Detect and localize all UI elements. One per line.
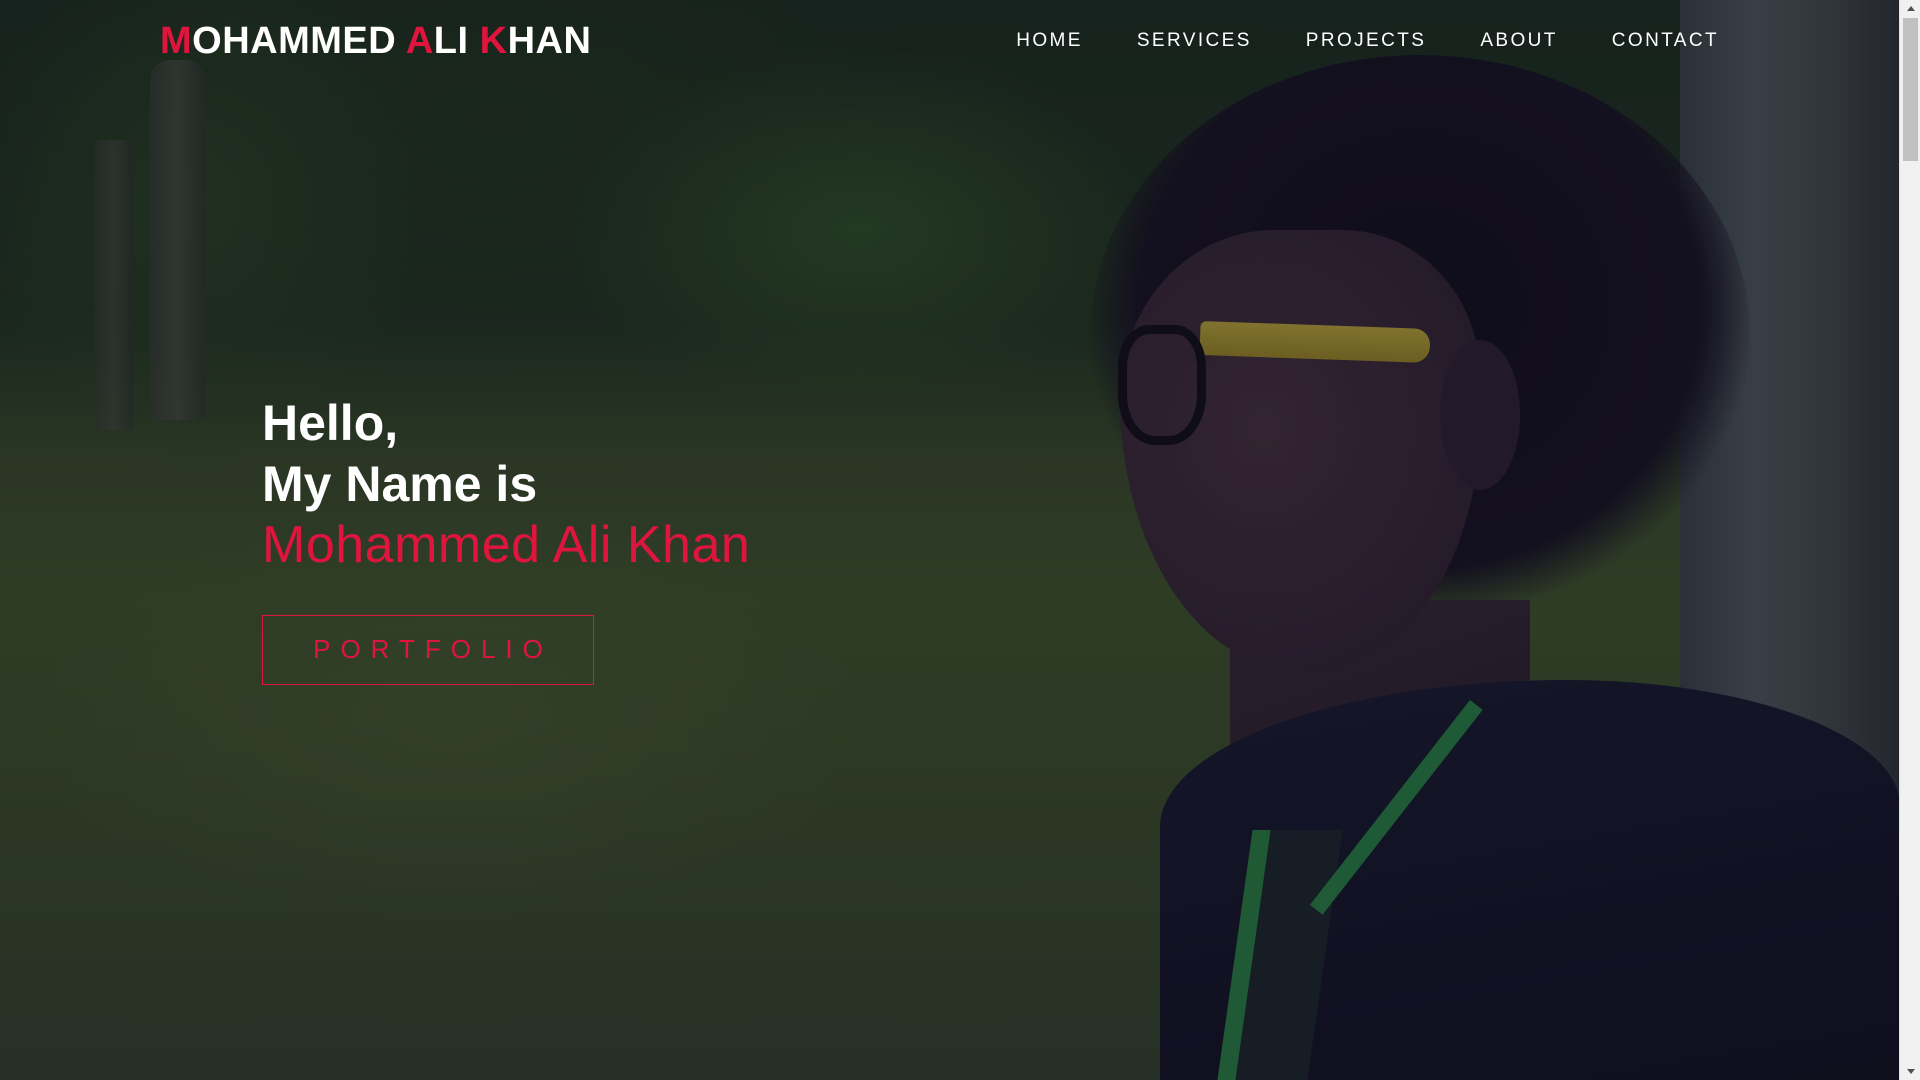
- portfolio-button[interactable]: PORTFOLIO: [262, 615, 594, 685]
- nav-link-projects[interactable]: PROJECTS: [1306, 30, 1427, 52]
- logo-text: OHAMMED: [192, 20, 406, 62]
- nav-link-home[interactable]: HOME: [1016, 30, 1083, 52]
- site-logo[interactable]: MOHAMMED ALI KHAN: [160, 20, 591, 63]
- hero-intro-line: My Name is: [262, 456, 538, 512]
- main-nav: HOME SERVICES PROJECTS ABOUT CONTACT: [962, 30, 1719, 52]
- logo-text: HAN: [507, 20, 592, 62]
- logo-initial: M: [160, 20, 193, 62]
- triangle-up-icon[interactable]: [1900, 0, 1920, 17]
- logo-initial: A: [405, 20, 434, 62]
- hero-intro: Hello, My Name is Mohammed Ali Khan: [262, 393, 750, 576]
- page-scrollbar[interactable]: [1899, 0, 1920, 1080]
- logo-initial: K: [479, 20, 508, 62]
- hero-name: Mohammed Ali Khan: [262, 516, 751, 574]
- nav-link-services[interactable]: SERVICES: [1137, 30, 1252, 52]
- scrollbar-thumb[interactable]: [1903, 18, 1918, 161]
- nav-link-contact[interactable]: CONTACT: [1612, 30, 1719, 52]
- triangle-down-icon[interactable]: [1900, 1063, 1920, 1080]
- nav-link-about[interactable]: ABOUT: [1480, 30, 1557, 52]
- site-header: MOHAMMED ALI KHAN HOME SERVICES PROJECTS…: [0, 0, 1899, 88]
- hero-greeting: Hello,: [262, 395, 399, 451]
- logo-text: LI: [433, 20, 480, 62]
